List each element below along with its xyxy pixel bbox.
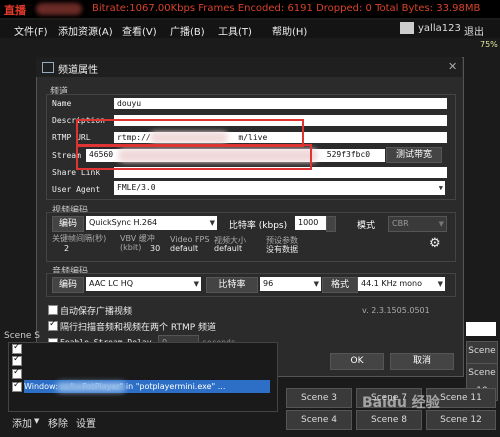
interlace-checkbox[interactable] [48, 319, 58, 331]
redaction-blur [56, 382, 126, 392]
annotation-box-stream [76, 144, 312, 170]
stream-stats: Bitrate:1067.00Kbps Frames Encoded: 6191… [92, 3, 481, 14]
menu-file[interactable]: 文件(F) [14, 23, 48, 38]
scene-button[interactable]: Scene 8 [356, 410, 422, 430]
chevron-down-icon: ▼ [438, 184, 443, 192]
name-label: Name [52, 99, 72, 108]
audio-format-value: 44.1 KHz mono [361, 279, 423, 288]
annotation-box-url [76, 119, 304, 147]
chevron-down-icon: ▼ [209, 219, 215, 227]
menu-add-source[interactable]: 添加资源(A) [58, 23, 113, 38]
source-list [8, 342, 278, 412]
remove-source-button[interactable]: 移除 [48, 415, 68, 430]
vbv-buffer-value: 30 [150, 244, 161, 253]
chevron-down-icon: ▼ [313, 280, 319, 288]
dialog-title-bar [36, 57, 462, 77]
keyframe-interval: 关键帧间隔(秒) [52, 234, 114, 243]
gear-icon[interactable]: ⚙ [429, 236, 441, 251]
autosave-checkbox[interactable] [48, 305, 58, 315]
bitrate-label: 比特率 (kbps) [228, 221, 288, 231]
source-checkbox[interactable] [12, 354, 22, 366]
audio-encoder-value: AAC LC HQ [89, 279, 134, 288]
menu-tools[interactable]: 工具(T) [218, 23, 252, 38]
chevron-down-icon: ▼ [193, 280, 199, 288]
fps-value: default [170, 244, 199, 253]
keyframe-value: 2 [64, 244, 70, 253]
add-source-button[interactable]: 添加 [12, 415, 32, 430]
encoder-value: QuickSync H.264 [89, 218, 158, 227]
mode-select: CBR ▼ [388, 216, 447, 232]
audio-bitrate-label: 比特率 [206, 277, 258, 293]
chevron-down-icon[interactable]: ▼ [34, 417, 39, 425]
window-icon [42, 62, 54, 73]
autosave-label: 自动保存广播视频 [60, 307, 133, 317]
user-agent-value: FMLE/3.0 [117, 183, 156, 192]
mode-label: 模式 [356, 221, 375, 231]
menu-broadcast[interactable]: 广播(B) [170, 23, 205, 38]
scene-button[interactable]: Scene 4 [286, 410, 352, 430]
source-settings-button[interactable]: 设置 [76, 415, 96, 430]
bitrate-stepper[interactable] [326, 216, 336, 232]
logout-button[interactable]: 退出 [464, 23, 484, 38]
user-agent-label: User Agent [52, 185, 101, 194]
blurred-title [36, 3, 82, 15]
watermark: Baidu 经验 [362, 395, 440, 411]
video-size-value: default [214, 244, 243, 253]
chevron-down-icon: ▼ [437, 280, 443, 288]
audio-format-select[interactable]: 44.1 KHz mono ▼ [358, 277, 445, 291]
zoom-level: 75% [480, 40, 498, 49]
close-icon[interactable]: ✕ [448, 60, 457, 73]
chevron-down-icon: ▼ [438, 220, 444, 228]
audio-encoder-label: 编码 [52, 277, 84, 293]
user-agent-select[interactable]: FMLE/3.0 ▼ [114, 181, 445, 195]
scene-sources-title: Scene S [4, 331, 41, 341]
menu-help[interactable]: 帮助(H) [272, 23, 307, 38]
test-bandwidth-button[interactable]: 测试带宽 [386, 147, 442, 163]
preset-value: 没有数据 [266, 245, 298, 254]
interlace-label: 隔行扫描音频和视频在两个 RTMP 频道 [60, 323, 217, 333]
bitrate-input[interactable]: 1000 [295, 216, 326, 230]
mode-value: CBR [392, 219, 409, 228]
audio-bitrate-select[interactable]: 96 ▼ [260, 277, 321, 291]
fps-label: Video FPS [170, 235, 210, 244]
name-field[interactable]: douyu [114, 98, 447, 109]
stream-name-suffix: 529f3fbc0 [326, 150, 371, 159]
audio-bitrate-value: 96 [263, 279, 274, 288]
source-checkbox[interactable] [12, 367, 22, 379]
ok-button[interactable]: OK [330, 353, 384, 370]
scene-filter-input[interactable] [466, 322, 496, 336]
audio-format-label: 格式 [322, 277, 358, 293]
version-label: v. 2.3.1505.0501 [362, 306, 430, 315]
scene-button[interactable]: Scene 12 [426, 410, 496, 430]
live-indicator: 直播 [4, 4, 26, 17]
encoder-label: 编码 [52, 216, 84, 232]
audio-encoder-select[interactable]: AAC LC HQ ▼ [86, 277, 201, 291]
avatar [400, 22, 414, 34]
source-checkbox[interactable] [12, 342, 22, 354]
keyframe-label: 关键帧间隔(秒) [52, 234, 107, 243]
source-checkbox[interactable] [12, 380, 22, 392]
cancel-button[interactable]: 取消 [390, 353, 454, 370]
scene-button[interactable]: Scene 3 [286, 388, 352, 408]
dialog-title: 频道属性 [58, 65, 98, 76]
menu-view[interactable]: 查看(V) [122, 23, 157, 38]
username: yalla123 [418, 23, 461, 34]
encoder-select[interactable]: QuickSync H.264 ▼ [86, 216, 217, 230]
